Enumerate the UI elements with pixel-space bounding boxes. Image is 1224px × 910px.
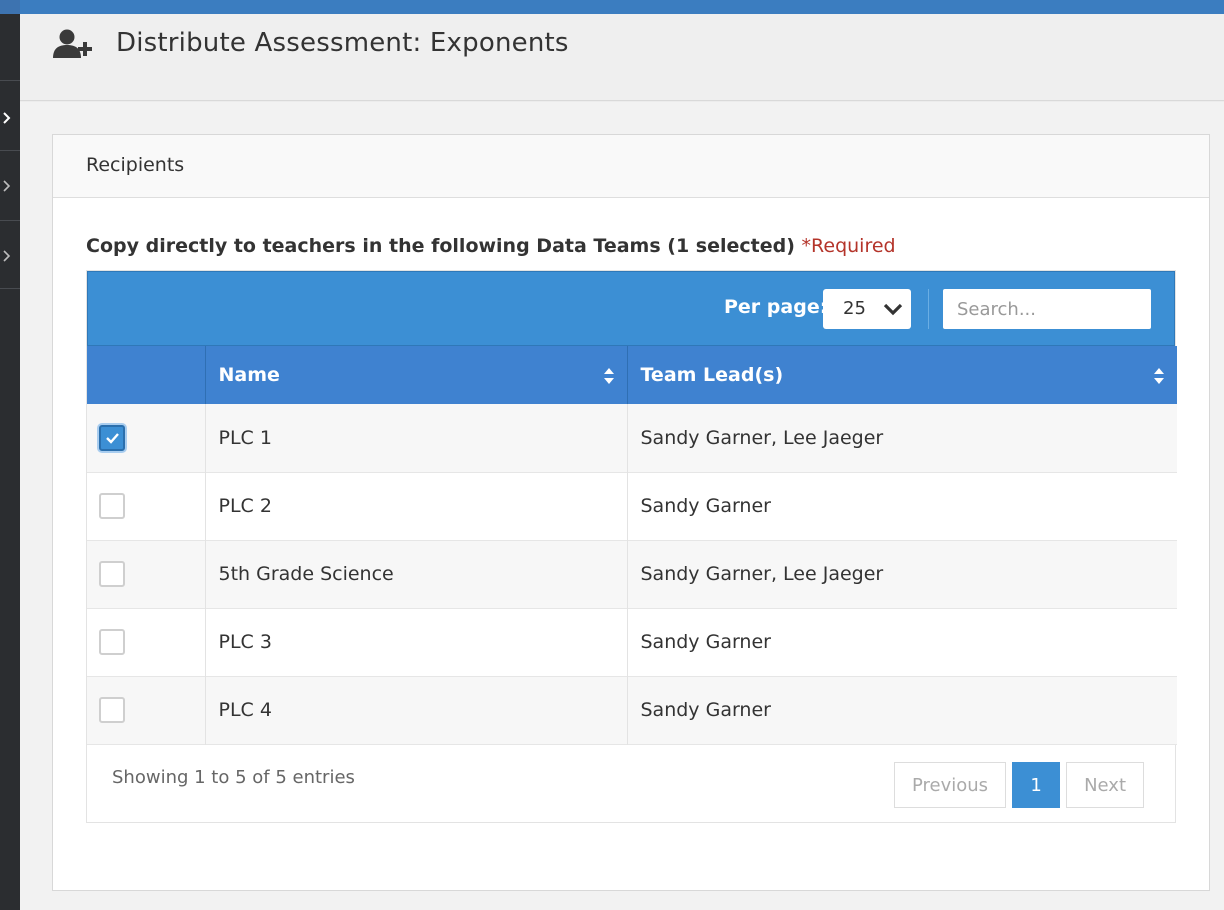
- top-nav-strip: [20, 0, 1224, 14]
- cell-team-leads: Sandy Garner, Lee Jaeger: [640, 426, 884, 449]
- sidebar-divider: [0, 150, 20, 151]
- page-header: Distribute Assessment: Exponents: [20, 14, 1224, 101]
- table-row[interactable]: PLC 4 Sandy Garner: [87, 676, 1177, 744]
- instruction-text: Copy directly to teachers in the followi…: [86, 235, 896, 257]
- per-page-value: 25: [843, 298, 866, 319]
- sidebar-divider: [0, 80, 20, 81]
- table-row[interactable]: PLC 2 Sandy Garner: [87, 472, 1177, 540]
- table-toolbar: Per page: 25: [87, 271, 1175, 346]
- per-page-select[interactable]: 25: [823, 289, 911, 329]
- sidebar-top-bar: [0, 0, 20, 14]
- table-header-row: Name Team Lead(s): [87, 346, 1177, 404]
- cell-team-leads: Sandy Garner: [640, 631, 771, 653]
- pagination: Previous 1 Next: [888, 761, 1144, 808]
- check-icon: [106, 432, 119, 444]
- previous-page-button[interactable]: Previous: [893, 761, 1007, 808]
- row-checkbox[interactable]: [99, 697, 125, 723]
- column-header-name[interactable]: Name: [205, 346, 628, 404]
- panel-heading: Recipients: [53, 135, 1209, 198]
- table-row[interactable]: PLC 3 Sandy Garner: [87, 608, 1177, 676]
- sort-icon: [1154, 368, 1164, 384]
- data-teams-table: Name Team Lead(s) PLC 1 Sandy Garner, Le…: [87, 346, 1177, 745]
- sidebar: [0, 0, 20, 910]
- row-checkbox[interactable]: [99, 629, 125, 655]
- cell-name: PLC 2: [205, 472, 628, 540]
- cell-name: 5th Grade Science: [205, 540, 628, 608]
- sidebar-divider: [0, 220, 20, 221]
- next-page-button[interactable]: Next: [1066, 761, 1144, 808]
- table-footer: Showing 1 to 5 of 5 entries Previous 1 N…: [87, 745, 1175, 824]
- cell-team-leads: Sandy Garner: [640, 699, 771, 721]
- select-column-header: [87, 346, 206, 404]
- sidebar-divider: [0, 288, 20, 289]
- per-page-label: Per page:: [724, 296, 828, 318]
- page-title: Distribute Assessment: Exponents: [116, 28, 569, 58]
- recipients-panel: Recipients Copy directly to teachers in …: [52, 134, 1210, 891]
- chevron-right-icon[interactable]: [1, 249, 15, 263]
- row-checkbox[interactable]: [99, 561, 125, 587]
- chevron-right-icon[interactable]: [1, 179, 15, 193]
- table-row[interactable]: PLC 1 Sandy Garner, Lee Jaeger: [87, 404, 1177, 472]
- cell-name: PLC 3: [205, 608, 628, 676]
- chevron-right-icon[interactable]: [1, 111, 15, 125]
- search-input[interactable]: [943, 289, 1151, 329]
- entries-info: Showing 1 to 5 of 5 entries: [112, 766, 355, 788]
- page-1-button[interactable]: 1: [1012, 761, 1061, 808]
- row-checkbox[interactable]: [99, 424, 125, 451]
- required-label: *Required: [801, 235, 896, 257]
- chevron-down-icon: [883, 303, 903, 316]
- instruction-label: Copy directly to teachers in the followi…: [86, 235, 795, 257]
- table-row[interactable]: 5th Grade Science Sandy Garner, Lee Jaeg…: [87, 540, 1177, 608]
- cell-team-leads: Sandy Garner: [640, 495, 771, 517]
- sort-icon: [603, 368, 614, 384]
- cell-name: PLC 4: [205, 676, 628, 744]
- data-teams-table-wrapper: Per page: 25 Name: [86, 270, 1177, 824]
- cell-name: PLC 1: [205, 404, 628, 472]
- column-header-team-leads[interactable]: Team Lead(s): [627, 346, 1177, 404]
- cell-team-leads: Sandy Garner, Lee Jaeger: [640, 563, 884, 585]
- toolbar-divider: [928, 289, 929, 329]
- add-user-icon: [52, 28, 94, 60]
- row-checkbox[interactable]: [99, 493, 125, 519]
